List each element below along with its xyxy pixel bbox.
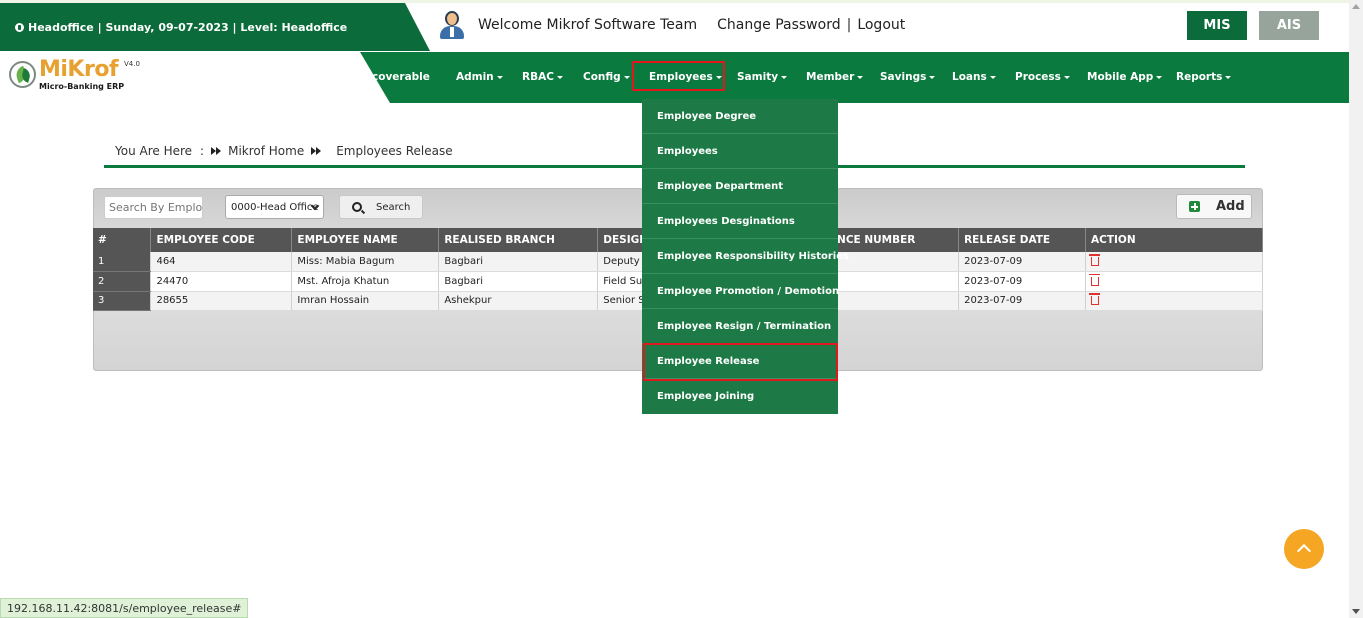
add-button[interactable]: Add bbox=[1176, 194, 1252, 219]
column-header[interactable]: # bbox=[93, 228, 152, 252]
dropdown-item-employees-desginations[interactable]: Employees Desginations bbox=[642, 204, 838, 239]
search-button-label: Search bbox=[376, 201, 411, 213]
delete-trash-icon[interactable] bbox=[1089, 254, 1101, 266]
breadcrumb-label: You Are Here bbox=[115, 143, 193, 158]
breadcrumb-home-link[interactable]: Mikrof Home bbox=[228, 144, 304, 158]
caret-down-icon bbox=[781, 75, 788, 79]
search-icon bbox=[352, 202, 362, 212]
column-header[interactable]: EMPLOYEE CODE bbox=[150, 228, 293, 252]
delete-trash-icon[interactable] bbox=[1089, 293, 1101, 306]
nav-item-recoverable[interactable]: coverable bbox=[372, 52, 430, 103]
session-info-bar: Headoffice | Sunday, 09-07-2023 | Level:… bbox=[0, 3, 430, 51]
top-line bbox=[0, 0, 1363, 3]
nav-item-admin[interactable]: Admin bbox=[456, 52, 503, 103]
scroll-up-arrow-icon[interactable] bbox=[1352, 4, 1360, 9]
caret-down-icon bbox=[857, 75, 864, 79]
breadcrumb-current: Employees Release bbox=[336, 143, 453, 158]
delete-trash-icon[interactable] bbox=[1089, 273, 1101, 286]
employee-release-highlight bbox=[643, 343, 838, 381]
caret-down-icon bbox=[623, 75, 630, 79]
scroll-down-arrow-icon[interactable] bbox=[1352, 609, 1360, 614]
breadcrumb-colon: : bbox=[200, 143, 205, 158]
employee-code-cell: 28655 bbox=[150, 291, 293, 311]
session-info-text: Headoffice | Sunday, 09-07-2023 | Level:… bbox=[28, 20, 348, 34]
caret-down-icon bbox=[1225, 75, 1232, 79]
caret-down-icon bbox=[1063, 75, 1070, 79]
action-cell bbox=[1085, 252, 1263, 272]
change-password-link[interactable]: Change Password bbox=[717, 17, 840, 33]
dropdown-item-employee-department[interactable]: Employee Department bbox=[642, 169, 838, 204]
action-cell bbox=[1085, 291, 1263, 311]
plus-icon bbox=[1189, 201, 1200, 212]
dropdown-item-promotion-demotion[interactable]: Employee Promotion / Demotion bbox=[642, 274, 839, 309]
nav-item-config[interactable]: Config bbox=[583, 52, 630, 103]
caret-down-icon bbox=[989, 75, 996, 79]
welcome-text: Welcome Mikrof Software Team bbox=[478, 17, 698, 33]
nav-item-mobile-app[interactable]: Mobile App bbox=[1087, 52, 1163, 103]
dropdown-item-responsibility-histories[interactable]: Employee Responsibility Histories bbox=[642, 239, 849, 274]
ais-button[interactable]: AIS bbox=[1259, 11, 1319, 40]
branch-cell: Bagbari bbox=[438, 271, 599, 292]
employee-code-cell: 464 bbox=[150, 252, 293, 272]
employee-name-cell: Imran Hossain bbox=[291, 291, 440, 311]
branch-cell: Bagbari bbox=[438, 252, 599, 272]
nav-item-process[interactable]: Process bbox=[1015, 52, 1070, 103]
user-avatar-icon bbox=[438, 10, 466, 40]
scroll-to-top-button[interactable] bbox=[1284, 529, 1324, 569]
employee-name-cell: Miss: Mabia Bagum bbox=[291, 252, 440, 272]
employee-code-cell: 24470 bbox=[150, 271, 293, 292]
link-separator: | bbox=[846, 17, 852, 33]
action-cell bbox=[1085, 271, 1263, 292]
nav-item-savings[interactable]: Savings bbox=[880, 52, 936, 103]
double-chevron-icon bbox=[211, 146, 222, 155]
release-date-cell: 2023-07-09 bbox=[958, 252, 1087, 272]
row-number: 3 bbox=[93, 291, 152, 311]
column-header[interactable]: ACTION bbox=[1085, 228, 1263, 252]
column-header[interactable]: RELEASE DATE bbox=[958, 228, 1087, 252]
employee-name-cell: Mst. Afroja Khatun bbox=[291, 271, 440, 292]
vertical-scrollbar[interactable] bbox=[1349, 0, 1363, 618]
nav-item-member[interactable]: Member bbox=[806, 52, 864, 103]
add-button-label: Add bbox=[1216, 199, 1245, 214]
column-header[interactable]: EMPLOYEE NAME bbox=[291, 228, 440, 252]
globe-icon bbox=[15, 22, 24, 32]
caret-down-icon bbox=[1156, 75, 1163, 79]
nav-item-reports[interactable]: Reports bbox=[1176, 52, 1232, 103]
row-number: 2 bbox=[93, 271, 152, 292]
dropdown-item-employee-joining[interactable]: Employee Joining bbox=[642, 379, 838, 414]
logout-link[interactable]: Logout bbox=[857, 17, 905, 33]
dropdown-item-employee-degree[interactable]: Employee Degree bbox=[642, 99, 838, 134]
user-area: Welcome Mikrof Software Team Change Pass… bbox=[438, 9, 905, 41]
double-chevron-icon bbox=[311, 146, 322, 155]
caret-down-icon bbox=[496, 75, 503, 79]
column-header[interactable]: REALISED BRANCH bbox=[438, 228, 599, 252]
search-button[interactable]: Search bbox=[339, 195, 423, 219]
release-date-cell: 2023-07-09 bbox=[958, 291, 1087, 311]
release-date-cell: 2023-07-09 bbox=[958, 271, 1087, 292]
employees-menu-highlight bbox=[632, 61, 725, 91]
nav-item-loans[interactable]: Loans bbox=[952, 52, 996, 103]
branch-cell: Ashekpur bbox=[438, 291, 599, 311]
employee-search-input[interactable] bbox=[104, 196, 203, 219]
status-bar-url: 192.168.11.42:8081/s/employee_release# bbox=[0, 598, 249, 618]
row-number: 1 bbox=[93, 252, 152, 272]
dropdown-item-resign-termination[interactable]: Employee Resign / Termination bbox=[642, 309, 838, 344]
branch-select-value: 0000-Head Office bbox=[231, 201, 319, 213]
dropdown-item-employees[interactable]: Employees bbox=[642, 134, 838, 169]
caret-down-icon bbox=[556, 75, 563, 79]
nav-item-samity[interactable]: Samity bbox=[737, 52, 788, 103]
caret-down-icon bbox=[929, 75, 936, 79]
branch-select[interactable]: 0000-Head Office bbox=[225, 195, 324, 219]
nav-item-rbac[interactable]: RBAC bbox=[522, 52, 563, 103]
mis-button[interactable]: MIS bbox=[1187, 11, 1247, 40]
